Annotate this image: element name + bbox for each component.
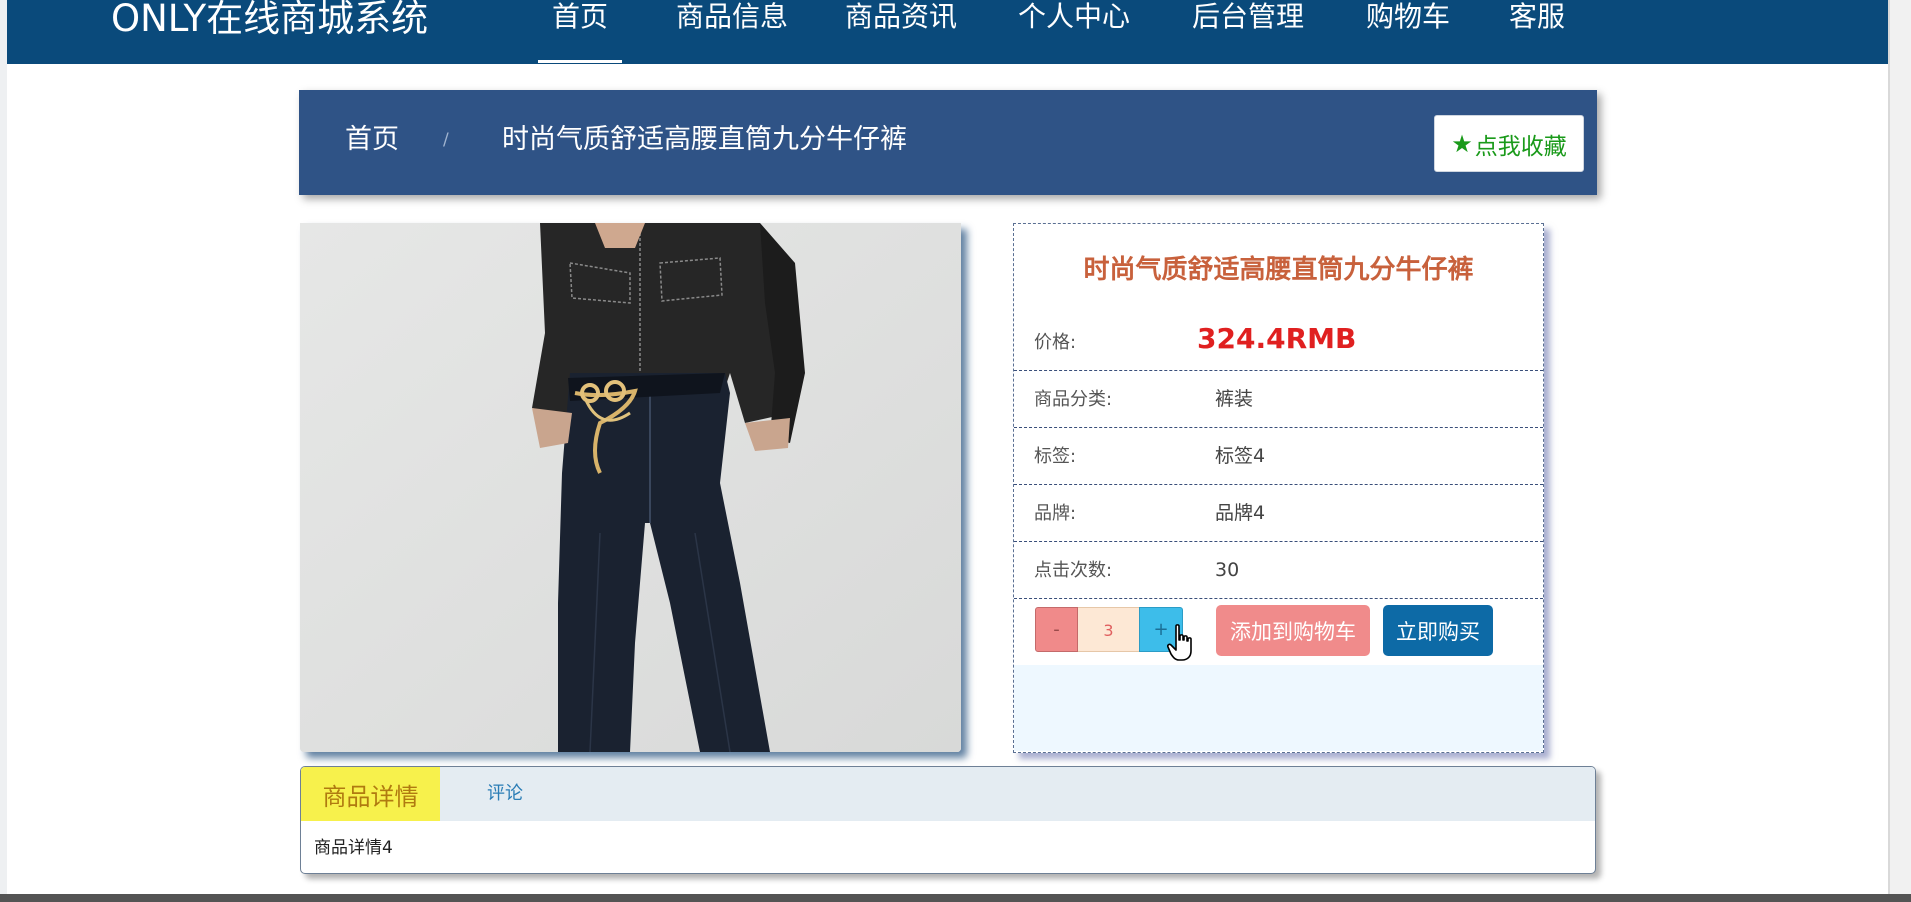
left-edge [0, 0, 7, 902]
brand-label: 品牌: [1034, 503, 1077, 524]
bottom-bar [0, 894, 1911, 902]
vertical-scrollbar[interactable] [1888, 0, 1911, 902]
category-value: 裤装 [1215, 388, 1254, 410]
clicks-value: 30 [1215, 559, 1240, 581]
nav-item-profile[interactable]: 个人中心 [1018, 0, 1130, 64]
add-to-cart-button[interactable]: 添加到购物车 [1216, 605, 1370, 656]
category-label: 商品分类: [1034, 389, 1113, 410]
favorite-label: 点我收藏 [1474, 133, 1567, 160]
breadcrumb-current: 时尚气质舒适高腰直筒九分牛仔裤 [502, 124, 907, 155]
price-row: 价格: 324.4RMB [1014, 314, 1543, 371]
nav-item-products[interactable]: 商品信息 [676, 0, 788, 64]
clicks-label: 点击次数: [1034, 560, 1113, 581]
nav-item-news[interactable]: 商品资讯 [845, 0, 957, 64]
brand-value: 品牌4 [1215, 502, 1266, 524]
nav-item-service[interactable]: 客服 [1509, 0, 1565, 64]
brand-title: ONLY在线商城系统 [111, 0, 429, 40]
scrollbar-border [1888, 0, 1890, 902]
buy-now-button[interactable]: 立即购买 [1383, 605, 1493, 656]
breadcrumb-separator: / [443, 130, 449, 150]
tag-row: 标签: 标签4 [1014, 428, 1543, 485]
brand-row: 品牌: 品牌4 [1014, 485, 1543, 542]
quantity-decrease-button[interactable]: - [1035, 607, 1078, 652]
nav-item-cart[interactable]: 购物车 [1366, 0, 1450, 64]
product-tabs: 商品详情 评论 商品详情4 [300, 766, 1596, 874]
nav-item-home[interactable]: 首页 [537, 0, 623, 64]
price-label: 价格: [1034, 332, 1077, 353]
star-icon: ★ [1451, 129, 1473, 158]
tab-detail[interactable]: 商品详情 [301, 767, 440, 821]
price-value: 324.4RMB [1197, 322, 1357, 355]
quantity-input[interactable]: 3 [1078, 607, 1139, 652]
tabs-header: 商品详情 评论 [301, 767, 1595, 821]
tag-label: 标签: [1034, 446, 1077, 467]
clicks-row: 点击次数: 30 [1014, 542, 1543, 599]
nav-item-admin[interactable]: 后台管理 [1192, 0, 1304, 64]
info-panel-footer [1014, 665, 1543, 751]
top-navigation: ONLY在线商城系统 首页 商品信息 商品资讯 个人中心 后台管理 购物车 客服 [7, 0, 1888, 64]
product-image [300, 223, 961, 752]
breadcrumb: 首页 / 时尚气质舒适高腰直筒九分牛仔裤 ★ 点我收藏 [299, 90, 1597, 195]
favorite-button[interactable]: ★ 点我收藏 [1434, 115, 1584, 172]
tag-value: 标签4 [1215, 445, 1266, 467]
tab-comments[interactable]: 评论 [487, 783, 523, 805]
category-row: 商品分类: 裤装 [1014, 371, 1543, 428]
breadcrumb-home[interactable]: 首页 [345, 122, 399, 158]
hand-cursor-icon [1167, 624, 1192, 661]
product-title: 时尚气质舒适高腰直筒九分牛仔裤 [1083, 255, 1474, 285]
tab-content: 商品详情4 [314, 838, 393, 858]
